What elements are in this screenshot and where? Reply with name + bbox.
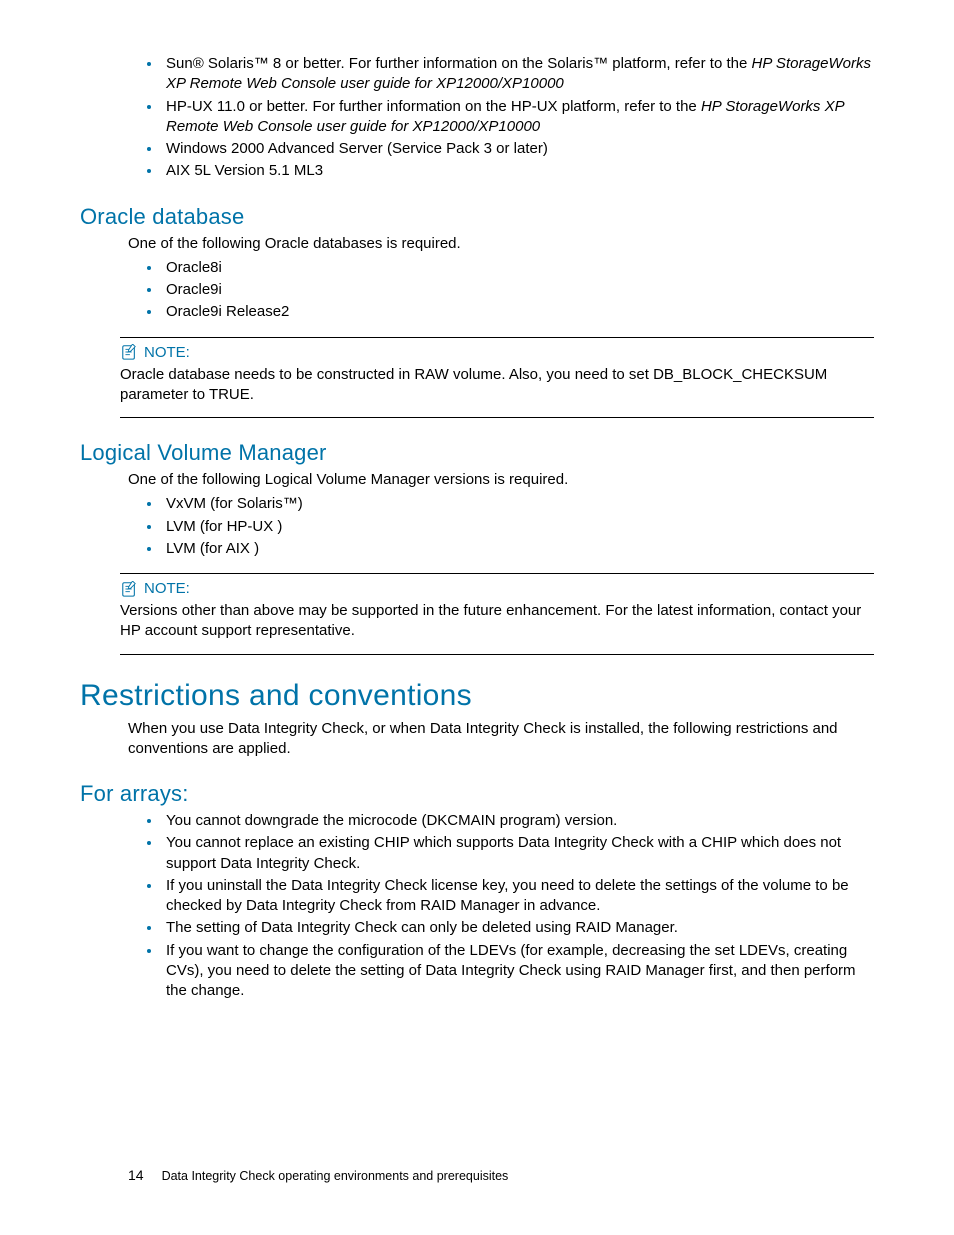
restrictions-heading: Restrictions and conventions: [80, 679, 874, 713]
list-item: HP-UX 11.0 or better. For further inform…: [162, 97, 874, 138]
arrays-list: You cannot downgrade the microcode (DKCM…: [128, 811, 874, 1001]
oracle-paragraph: One of the following Oracle databases is…: [128, 234, 874, 254]
note-icon: [120, 344, 138, 360]
list-item: You cannot replace an existing CHIP whic…: [162, 833, 874, 874]
lvm-paragraph: One of the following Logical Volume Mana…: [128, 470, 874, 490]
list-item: You cannot downgrade the microcode (DKCM…: [162, 811, 874, 831]
lvm-heading: Logical Volume Manager: [80, 440, 874, 466]
lvm-list: VxVM (for Solaris™) LVM (for HP-UX )LVM (…: [128, 494, 874, 559]
list-item: Oracle9i Release2: [162, 302, 874, 322]
note-body: Oracle database needs to be constructed …: [120, 365, 874, 406]
list-item: AIX 5L Version 5.1 ML3: [162, 161, 874, 181]
arrays-heading: For arrays:: [80, 781, 874, 807]
list-item: Oracle8i: [162, 258, 874, 278]
note-header: NOTE:: [120, 344, 874, 361]
list-item: LVM (for HP-UX ): [162, 517, 874, 537]
restrictions-paragraph: When you use Data Integrity Check, or wh…: [128, 719, 874, 760]
page-footer: 14 Data Integrity Check operating enviro…: [128, 1167, 508, 1183]
note-body: Versions other than above may be support…: [120, 601, 874, 642]
list-item: If you want to change the configuration …: [162, 941, 874, 1002]
content-area: Sun® Solaris™ 8 or better. For further i…: [80, 54, 874, 1001]
lvm-note: NOTE: Versions other than above may be s…: [120, 573, 874, 655]
note-label: NOTE:: [144, 580, 190, 597]
oracle-list: Oracle8iOracle9iOracle9i Release2: [128, 258, 874, 323]
list-item: Windows 2000 Advanced Server (Service Pa…: [162, 139, 874, 159]
page: Sun® Solaris™ 8 or better. For further i…: [0, 0, 954, 1235]
note-label: NOTE:: [144, 344, 190, 361]
oracle-note: NOTE: Oracle database needs to be constr…: [120, 337, 874, 419]
footer-text: Data Integrity Check operating environme…: [162, 1169, 509, 1183]
page-number: 14: [128, 1167, 144, 1183]
intro-list: Sun® Solaris™ 8 or better. For further i…: [128, 54, 874, 182]
oracle-heading: Oracle database: [80, 204, 874, 230]
list-item: Sun® Solaris™ 8 or better. For further i…: [162, 54, 874, 95]
list-item: Oracle9i: [162, 280, 874, 300]
note-header: NOTE:: [120, 580, 874, 597]
note-icon: [120, 581, 138, 597]
list-item: If you uninstall the Data Integrity Chec…: [162, 876, 874, 917]
list-item: VxVM (for Solaris™): [162, 494, 874, 514]
list-item: The setting of Data Integrity Check can …: [162, 918, 874, 938]
list-item: LVM (for AIX ): [162, 539, 874, 559]
